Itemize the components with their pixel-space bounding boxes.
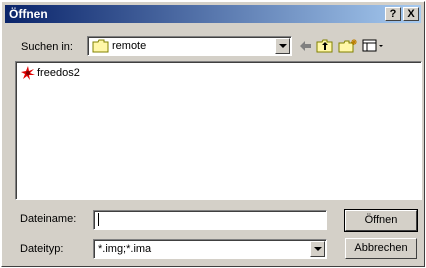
cancel-button[interactable]: Abbrechen bbox=[345, 238, 417, 259]
filename-label: Dateiname: bbox=[20, 213, 77, 225]
filetype-label: Dateityp: bbox=[20, 243, 64, 255]
file-name: freedos2 bbox=[37, 67, 80, 79]
up-folder-icon[interactable] bbox=[316, 38, 334, 54]
chevron-down-icon[interactable] bbox=[275, 38, 290, 54]
filename-input[interactable] bbox=[93, 210, 327, 230]
file-list[interactable]: freedos2 bbox=[15, 61, 422, 200]
folder-icon bbox=[92, 39, 109, 53]
lookin-label: Suchen in: bbox=[21, 41, 73, 53]
chevron-down-icon[interactable] bbox=[310, 241, 325, 257]
open-dialog: Öffnen ? X Suchen in: remote freedos2 Da… bbox=[1, 1, 425, 267]
back-arrow-icon[interactable] bbox=[298, 38, 312, 54]
dialog-title: Öffnen bbox=[9, 7, 48, 21]
disk-image-icon bbox=[21, 66, 35, 80]
view-menu-icon[interactable] bbox=[362, 38, 386, 54]
lookin-dropdown[interactable]: remote bbox=[87, 36, 292, 56]
text-cursor bbox=[98, 213, 99, 226]
new-folder-icon[interactable] bbox=[338, 38, 358, 54]
title-bar[interactable]: Öffnen ? X bbox=[5, 5, 421, 23]
open-button[interactable]: Öffnen bbox=[344, 209, 418, 232]
lookin-value: remote bbox=[112, 40, 147, 52]
filetype-value: *.img;*.ima bbox=[98, 243, 152, 255]
help-button[interactable]: ? bbox=[385, 7, 401, 21]
close-button[interactable]: X bbox=[403, 7, 419, 21]
filetype-dropdown[interactable]: *.img;*.ima bbox=[93, 239, 327, 259]
